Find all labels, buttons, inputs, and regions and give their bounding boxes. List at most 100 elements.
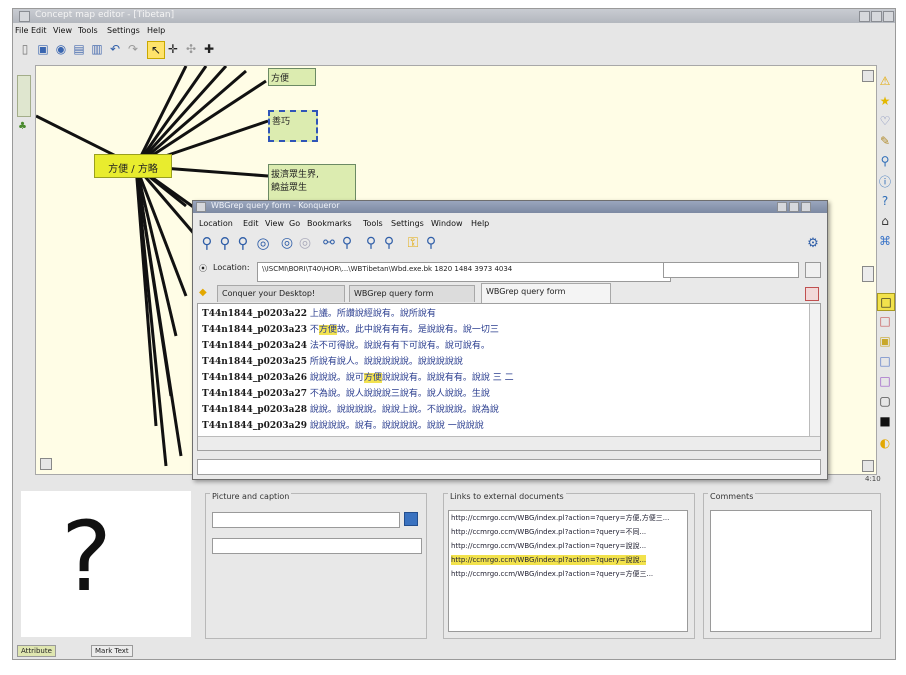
qmenu-view[interactable]: View (265, 219, 284, 228)
horizontal-scrollbar[interactable] (198, 436, 820, 450)
select-arrow-icon[interactable]: ↖ (147, 41, 165, 59)
magnifier-icon[interactable]: ⚲ (877, 153, 893, 169)
link-item-selected[interactable]: http://ccmrgo.ccm/WBG/index.pl?action=?q… (451, 555, 647, 565)
add-node-icon[interactable]: ✛ (165, 41, 181, 57)
save-icon[interactable]: ▤ (71, 41, 87, 57)
scroll-left-button[interactable] (40, 458, 52, 470)
move-icon[interactable]: ✚ (201, 41, 217, 57)
query-titlebar[interactable]: WBGrep query form - Konqueror (193, 201, 827, 213)
qmenu-edit[interactable]: Edit (243, 219, 259, 228)
info-icon[interactable]: ⓘ (877, 173, 893, 189)
result-id[interactable]: T44n1844_p0203a27 (202, 389, 307, 399)
result-id[interactable]: T44n1844_p0203a29 (202, 421, 307, 431)
link-item[interactable]: http://ccmrgo.ccm/WBG/index.pl?action=?q… (451, 541, 646, 551)
forward-icon[interactable]: ◎ (297, 235, 313, 251)
center-node[interactable]: 方便 / 方略 (94, 154, 172, 178)
palette-icon[interactable]: ◐ (877, 435, 893, 451)
menu-help[interactable]: Help (147, 26, 165, 35)
qmenu-bookmarks[interactable]: Bookmarks (307, 219, 352, 228)
tree-view-tab[interactable] (17, 75, 31, 117)
clear-location-icon[interactable]: ⦿ (199, 263, 207, 274)
result-id[interactable]: T44n1844_p0203a23 (202, 325, 307, 335)
style-red-icon[interactable]: □ (877, 313, 893, 329)
menu-tools[interactable]: Tools (78, 26, 98, 35)
zoom-in-icon[interactable]: ⚲ (199, 234, 215, 252)
link-item[interactable]: http://ccmrgo.ccm/WBG/index.pl?action=?q… (451, 527, 646, 537)
qmenu-settings[interactable]: Settings (391, 219, 424, 228)
search-input[interactable] (663, 262, 799, 278)
menu-edit[interactable]: Edit (31, 26, 47, 35)
attribute-button[interactable]: Attribute (17, 645, 56, 657)
open-icon[interactable]: ▣ (35, 41, 51, 57)
style-purple-icon[interactable]: □ (877, 373, 893, 389)
style-blue-icon[interactable]: □ (877, 353, 893, 369)
menu-settings[interactable]: Settings (107, 26, 140, 35)
qmenu-go[interactable]: Go (289, 219, 300, 228)
find-next-icon[interactable]: ⚲ (339, 235, 355, 251)
close-button[interactable] (883, 11, 894, 22)
query-maximize-button[interactable] (789, 202, 799, 212)
globe-icon[interactable]: ◉ (53, 41, 69, 57)
map-node-selected[interactable]: 善巧 (268, 110, 318, 142)
zoom-fit-icon[interactable]: ⚲ (235, 234, 251, 252)
mark-text-button[interactable]: Mark Text (91, 645, 133, 657)
share-icon[interactable]: ⌘ (877, 233, 893, 249)
app-menu-icon[interactable] (19, 11, 30, 22)
menu-file[interactable]: File (15, 26, 28, 35)
result-id[interactable]: T44n1844_p0203a26 (202, 373, 307, 383)
link-item[interactable]: http://ccmrgo.ccm/WBG/index.pl?action=?q… (451, 513, 669, 523)
style-black-icon[interactable]: ■ (877, 413, 893, 429)
go-button[interactable] (805, 262, 821, 278)
reload-icon[interactable]: ◎ (255, 234, 271, 252)
print-preview-icon[interactable]: ⚲ (423, 235, 439, 251)
links-list[interactable]: http://ccmrgo.ccm/WBG/index.pl?action=?q… (448, 510, 688, 632)
result-id[interactable]: T44n1844_p0203a24 (202, 341, 307, 351)
style-outline-icon[interactable]: ▢ (877, 393, 893, 409)
home-icon[interactable]: ⌂ (877, 213, 893, 229)
qmenu-location[interactable]: Location (199, 219, 233, 228)
result-id[interactable]: T44n1844_p0203a22 (202, 309, 307, 319)
browse-icon[interactable] (404, 512, 418, 526)
close-tab-icon[interactable] (805, 287, 819, 301)
result-id[interactable]: T44n1844_p0203a28 (202, 405, 307, 415)
result-id[interactable]: T44n1844_p0203a25 (202, 357, 307, 367)
map-node[interactable]: 方便 (268, 68, 316, 86)
connect-icon[interactable]: ✣ (183, 41, 199, 57)
minimize-button[interactable] (859, 11, 870, 22)
maximize-button[interactable] (871, 11, 882, 22)
lock-icon[interactable]: ⚿ (405, 235, 421, 251)
find-bar[interactable] (197, 459, 821, 475)
new-doc-icon[interactable]: ▯ (17, 41, 33, 57)
comments-textarea[interactable] (710, 510, 872, 632)
qmenu-help[interactable]: Help (471, 219, 489, 228)
bulb-icon[interactable]: ♡ (877, 113, 893, 129)
link-item[interactable]: http://ccmrgo.ccm/WBG/index.pl?action=?q… (451, 569, 653, 579)
query-app-icon[interactable] (196, 202, 206, 212)
qmenu-window[interactable]: Window (431, 219, 463, 228)
tab-conquer[interactable]: Conquer your Desktop! (217, 285, 345, 302)
results-vertical-scrollbar[interactable] (809, 304, 820, 436)
style-yellow-icon[interactable]: □ (877, 293, 895, 311)
caption-input[interactable] (212, 538, 422, 554)
vertical-scrollbar-thumb[interactable] (862, 266, 874, 282)
text-smaller-icon[interactable]: ⚲ (381, 235, 397, 251)
tab-query-form-2[interactable]: WBGrep query form (481, 283, 611, 303)
main-titlebar[interactable]: Concept map editor - [Tibetan] (13, 9, 895, 23)
query-minimize-button[interactable] (777, 202, 787, 212)
scroll-down-button[interactable] (862, 460, 874, 472)
text-larger-icon[interactable]: ⚲ (363, 235, 379, 251)
star-icon[interactable]: ★ (877, 93, 893, 109)
pencil-icon[interactable]: ✎ (877, 133, 893, 149)
scroll-up-button[interactable] (862, 70, 874, 82)
back-icon[interactable]: ◎ (279, 235, 295, 251)
menu-view[interactable]: View (53, 26, 72, 35)
query-close-button[interactable] (801, 202, 811, 212)
warning-icon[interactable]: ⚠ (877, 73, 893, 89)
question-icon[interactable]: ? (877, 193, 893, 209)
print-icon[interactable]: ▥ (89, 41, 105, 57)
new-tab-icon[interactable]: ◆ (199, 287, 207, 298)
qmenu-tools[interactable]: Tools (363, 219, 383, 228)
map-node[interactable]: 拔濟眾生界, 饒益眾生 (268, 164, 356, 204)
undo-icon[interactable]: ↶ (107, 41, 123, 57)
find-icon[interactable]: ⚯ (321, 235, 337, 251)
